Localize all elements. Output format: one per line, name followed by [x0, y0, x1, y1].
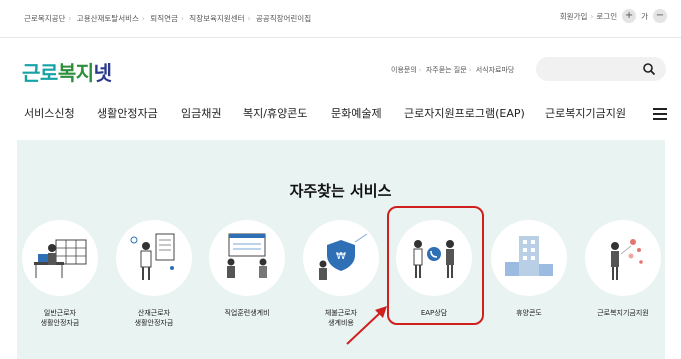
family-sites: 근로복지공단 › 고용산재토탈서비스 › 퇴직연금 › 직장보육지원센터 › 공공직장어… [24, 14, 312, 23]
nav-item-service-apply[interactable]: 서비스신청 [24, 105, 75, 121]
highlight-box [387, 206, 484, 325]
nav-item-eap[interactable]: 근로자지원프로그램(EAP) [404, 105, 525, 121]
condo-building-icon [505, 236, 553, 276]
font-size-label: 가 [641, 11, 648, 21]
service-welfare-fund-support[interactable]: 근로복지기금지원 [585, 220, 663, 317]
hamburger-menu-icon[interactable] [653, 108, 667, 120]
service-unpaid-worker-living-cost[interactable]: ₩ 체불근로자 생계비용 [303, 220, 381, 327]
service-general-living-fund[interactable]: 일반근로자 생활안정자금 [22, 220, 100, 327]
training-board-icon [227, 233, 267, 278]
annotation-arrow-icon [346, 306, 387, 345]
login-link[interactable]: 로그인 [596, 11, 617, 22]
site-link-daycare[interactable]: 공공직장어린이집 [256, 14, 311, 23]
nav-item-culture-festival[interactable]: 문화예술제 [331, 105, 382, 121]
service-label: 휴양콘도 [516, 309, 542, 317]
service-label: 직업훈련생계비 [224, 309, 270, 317]
office-worker-icon [34, 239, 87, 278]
site-link-pension[interactable]: 퇴직연금 [150, 14, 178, 23]
fund-support-icon [611, 239, 643, 280]
service-industrial-accident-living-fund[interactable]: 산재근로자 생활안정자금 [116, 220, 194, 327]
join-link[interactable]: 회원가입 [560, 11, 588, 22]
inquiry-link[interactable]: 이용문의 [391, 66, 417, 74]
zoom-out-button[interactable]: − [653, 9, 667, 23]
utility-bar: 근로복지공단 › 고용산재토탈서비스 › 퇴직연금 › 직장보육지원센터 › 공공직장어… [0, 0, 681, 38]
site-link-total-service[interactable]: 고용산재토탈서비스 [77, 14, 139, 23]
logo-text-1: 근로 [22, 61, 58, 85]
svg-text:₩: ₩ [336, 251, 346, 262]
shield-won-icon: ₩ [319, 233, 368, 280]
nav-item-wage-claim[interactable]: 임금채권 [181, 105, 221, 121]
service-circle[interactable] [585, 220, 661, 296]
service-circle[interactable]: ₩ [303, 220, 379, 296]
faq-link[interactable]: 자주묻는 질문 [426, 66, 467, 74]
nav-item-welfare-fund[interactable]: 근로복지기금지원 [545, 105, 626, 121]
service-vacation-condo[interactable]: 휴양콘도 [491, 220, 569, 317]
site-link-childcare-center[interactable]: 직장보육지원센터 [189, 14, 244, 23]
main-nav: 서비스신청 생활안정자금 임금채권 복지/휴양콘도 문화예술제 근로자지원프로그… [0, 100, 681, 130]
service-label: 일반근로자 생활안정자금 [40, 309, 80, 327]
account-controls: 회원가입 › 로그인 + 가 − [560, 9, 667, 23]
nav-item-living-fund[interactable]: 생활안정자금 [97, 105, 158, 121]
forms-link[interactable]: 서식자료마당 [476, 66, 515, 74]
zoom-in-button[interactable]: + [622, 9, 637, 23]
service-vocational-training-cost[interactable]: 직업훈련생계비 [209, 220, 287, 317]
site-logo[interactable]: 근로복지넷 [22, 57, 112, 86]
worker-with-document-icon [130, 233, 175, 280]
section-title: 자주찾는 서비스 [289, 182, 392, 200]
service-circle[interactable] [491, 220, 567, 296]
service-label: 근로복지기금지원 [597, 309, 649, 317]
service-circle[interactable] [116, 220, 192, 296]
quick-links: 이용문의 › 자주묻는 질문 › 서식자료마당 [391, 66, 515, 74]
search-icon[interactable] [642, 62, 656, 76]
search-input[interactable] [536, 57, 666, 81]
service-circle[interactable] [22, 220, 98, 296]
logo-text-3: 넷 [93, 61, 112, 85]
site-link-comwel[interactable]: 근로복지공단 [24, 14, 65, 23]
logo-text-2: 복지 [57, 61, 94, 85]
service-label: 산재근로자 생활안정자금 [134, 309, 174, 327]
nav-item-welfare-condo[interactable]: 복지/휴양콘도 [243, 105, 307, 121]
service-circle[interactable] [209, 220, 285, 296]
